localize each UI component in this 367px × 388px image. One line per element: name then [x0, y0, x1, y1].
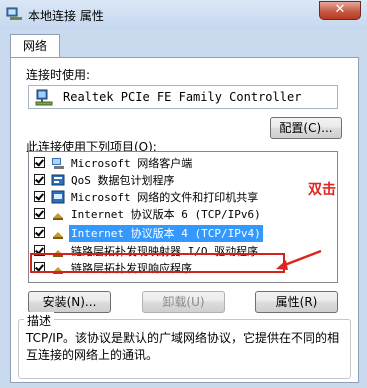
network-client-icon [52, 158, 64, 169]
item-checkbox[interactable] [34, 191, 45, 202]
description-title: 描述 [24, 312, 55, 329]
item-checkbox[interactable] [34, 208, 45, 219]
close-button[interactable]: ✕ [319, 1, 361, 20]
protocol-icon [53, 232, 63, 239]
item-label: Microsoft 网络客户端 [71, 157, 193, 170]
item-label: Internet 协议版本 4 (TCP/IPv4) [69, 225, 263, 242]
annotation-arrow-icon [276, 249, 322, 270]
list-item-file-sharing[interactable]: Microsoft 网络的文件和打印机共享 [29, 189, 337, 206]
item-label: QoS 数据包计划程序 [71, 174, 175, 187]
qos-scheduler-icon [51, 174, 65, 186]
item-checkbox[interactable] [34, 227, 45, 238]
file-printer-sharing-icon [51, 190, 65, 204]
description-text: TCP/IP。该协议是默认的广域网络协议，它提供在不同的相互连接的网络上的通讯。 [26, 331, 340, 362]
list-item-ms-client[interactable]: Microsoft 网络客户端 [29, 155, 337, 172]
adapter-field: Realtek PCIe FE Family Controller [28, 85, 338, 109]
list-item-ipv6[interactable]: Internet 协议版本 6 (TCP/IPv6) [29, 206, 337, 223]
properties-window: 本地连接 属性 ✕ 网络 连接时使用: Realtek PCIe FE Fami… [0, 0, 367, 388]
list-item-qos[interactable]: QoS 数据包计划程序 [29, 172, 337, 189]
item-checkbox[interactable] [34, 174, 45, 185]
adapter-name: Realtek PCIe FE Family Controller [63, 90, 302, 104]
tab-network[interactable]: 网络 [10, 34, 60, 58]
item-label: Microsoft 网络的文件和打印机共享 [71, 191, 259, 204]
connect-using-label: 连接时使用: [26, 68, 91, 82]
close-icon: ✕ [334, 2, 346, 17]
properties-button[interactable]: 属性(R) [255, 291, 338, 313]
tab-panel: 连接时使用: Realtek PCIe FE Family Controller… [10, 57, 359, 383]
window-title: 本地连接 属性 [28, 9, 104, 23]
network-connection-icon [6, 7, 22, 20]
list-item-ipv4[interactable]: Internet 协议版本 4 (TCP/IPv4) [29, 225, 337, 242]
uninstall-button: 卸载(U) [142, 291, 225, 313]
item-label: Internet 协议版本 6 (TCP/IPv6) [71, 208, 261, 221]
item-checkbox[interactable] [34, 157, 45, 168]
protocol-icon [53, 213, 63, 220]
install-button[interactable]: 安装(N)... [28, 291, 111, 313]
double-click-annotation: 双击 [308, 182, 336, 198]
highlight-box [30, 253, 285, 273]
configure-button[interactable]: 配置(C)... [270, 117, 342, 139]
network-adapter-icon [35, 89, 53, 106]
title-bar[interactable]: 本地连接 属性 ✕ [0, 0, 367, 30]
